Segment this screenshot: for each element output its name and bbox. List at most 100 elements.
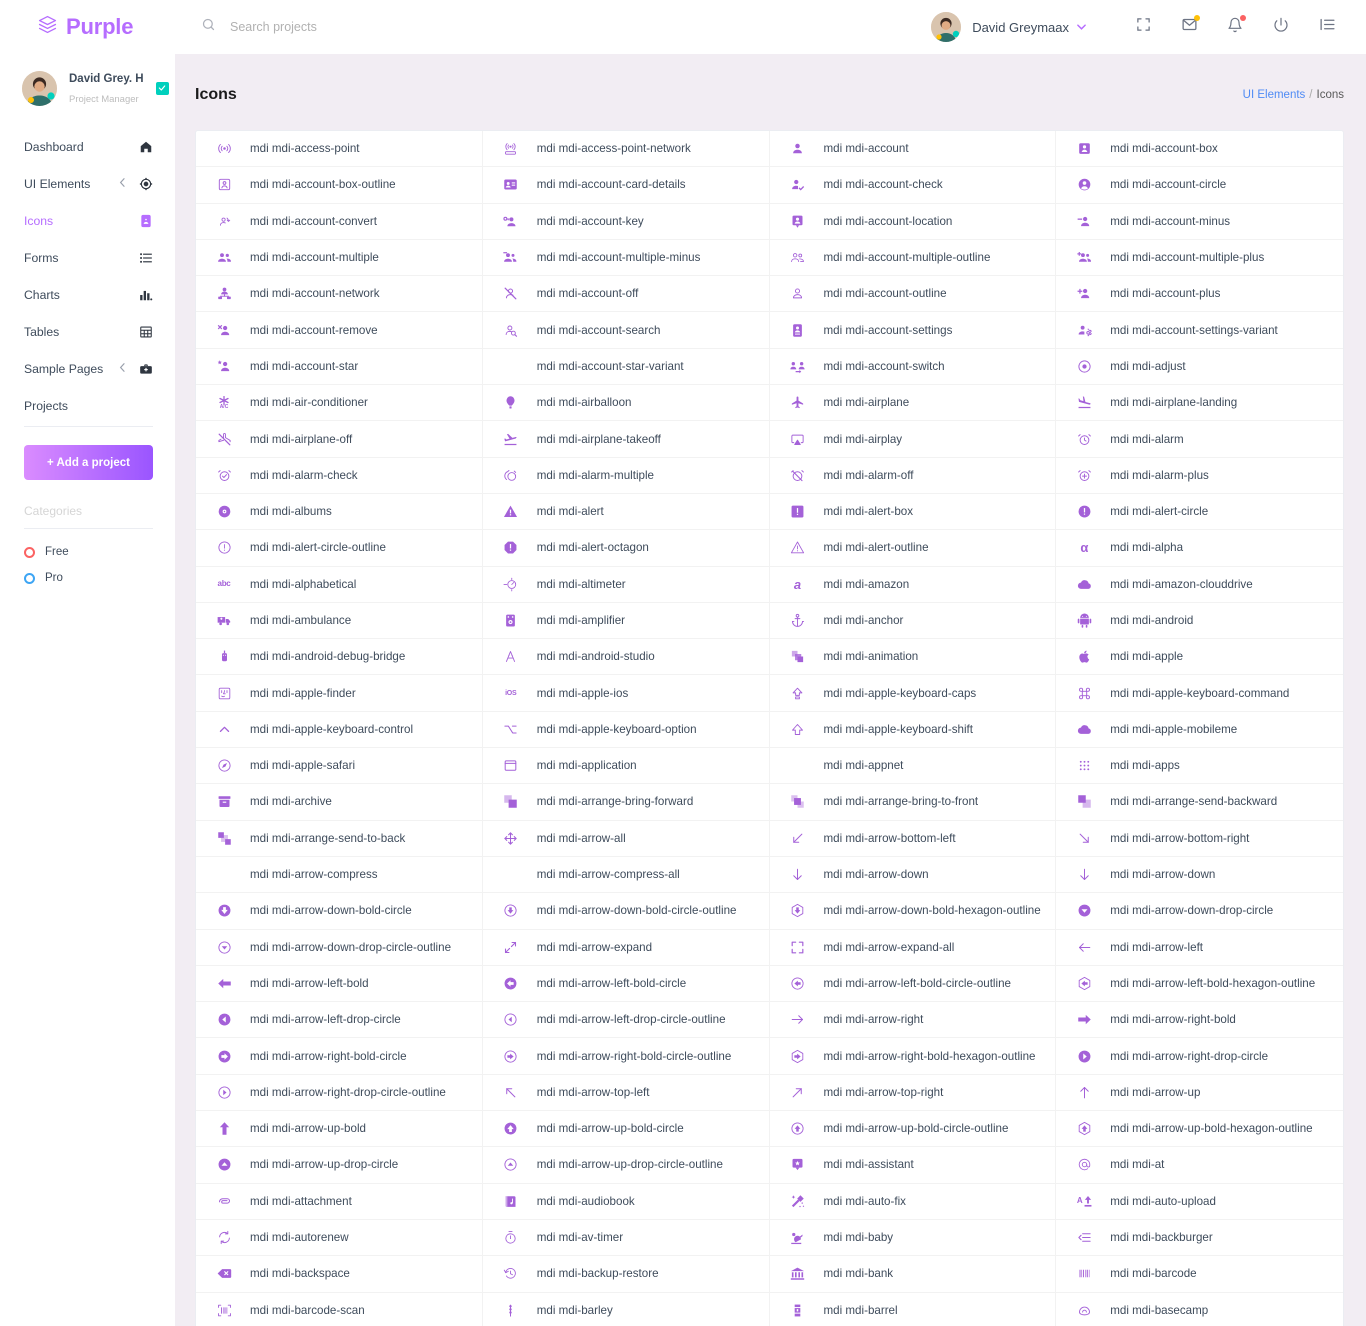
- icon-cell[interactable]: mdi mdi-airplane: [769, 385, 1057, 422]
- icon-cell[interactable]: mdi mdi-apple-keyboard-control: [196, 711, 483, 749]
- icon-cell[interactable]: mdi mdi-arrow-bottom-left: [769, 820, 1057, 857]
- icon-cell[interactable]: mdi mdi-airplay: [769, 421, 1057, 458]
- icon-cell[interactable]: mdi mdi-arrow-up-drop-circle: [196, 1147, 483, 1184]
- messages-button[interactable]: [1166, 7, 1212, 47]
- icon-cell[interactable]: mdi mdi-account-minus: [1056, 204, 1343, 240]
- icon-cell[interactable]: mdi mdi-account-remove: [196, 312, 483, 349]
- icon-cell[interactable]: mdi mdi-arrow-down-drop-circle-outline: [196, 929, 483, 966]
- icon-cell[interactable]: mdi mdi-airplane-takeoff: [482, 421, 770, 458]
- icon-cell[interactable]: mdi mdi-account-off: [482, 276, 770, 313]
- icon-cell[interactable]: mdi mdi-arrow-left-bold-hexagon-outline: [1056, 966, 1343, 1003]
- icon-cell[interactable]: mdi mdi-account-multiple: [196, 239, 483, 277]
- icon-cell[interactable]: mdi mdi-altimeter: [482, 566, 770, 603]
- icon-cell[interactable]: mdi mdi-apple-finder: [196, 675, 483, 712]
- icon-cell[interactable]: mdi mdi-android: [1056, 603, 1343, 640]
- category-item-pro[interactable]: Pro: [0, 565, 175, 591]
- icon-cell[interactable]: mdi mdi-alert-outline: [769, 530, 1057, 567]
- icon-cell[interactable]: mdi mdi-alarm-off: [769, 457, 1057, 494]
- icon-cell[interactable]: mdi mdi-alert: [482, 493, 770, 531]
- icon-cell[interactable]: mdi mdi-arrow-right-bold-circle-outline: [482, 1038, 770, 1075]
- icon-cell[interactable]: α mdi mdi-alpha: [1056, 530, 1343, 567]
- icon-cell[interactable]: mdi mdi-arrow-bottom-right: [1056, 821, 1343, 857]
- icon-cell[interactable]: mdi mdi-airplane-landing: [1056, 385, 1343, 422]
- icon-cell[interactable]: mdi mdi-albums: [196, 493, 483, 531]
- icon-cell[interactable]: mdi mdi-appnet: [769, 748, 1057, 785]
- icon-cell[interactable]: mdi mdi-attachment: [196, 1183, 483, 1220]
- icon-cell[interactable]: mdi mdi-alert-octagon: [482, 530, 770, 567]
- icon-cell[interactable]: mdi mdi-apple-keyboard-shift: [769, 711, 1057, 749]
- icon-cell[interactable]: mdi mdi-alarm-multiple: [482, 457, 770, 494]
- icon-cell[interactable]: mdi mdi-arrow-right-bold: [1056, 1002, 1343, 1039]
- icon-cell[interactable]: mdi mdi-apple-mobileme: [1056, 712, 1343, 749]
- icon-cell[interactable]: mdi mdi-amplifier: [482, 602, 770, 640]
- icon-cell[interactable]: mdi mdi-account-location: [769, 203, 1057, 240]
- icon-cell[interactable]: mdi mdi-arrow-left: [1056, 930, 1343, 966]
- icon-cell[interactable]: mdi mdi-arrow-up: [1056, 1075, 1343, 1112]
- power-button[interactable]: [1258, 7, 1304, 47]
- icon-cell[interactable]: mdi mdi-account-box: [1056, 131, 1343, 168]
- icon-cell[interactable]: mdi mdi-arrow-left-bold-circle-outline: [769, 965, 1057, 1003]
- icon-cell[interactable]: mdi mdi-android-studio: [482, 639, 770, 676]
- icon-cell[interactable]: mdi mdi-account-convert: [196, 203, 483, 240]
- icon-cell[interactable]: mdi mdi-account-search: [482, 312, 770, 349]
- icon-cell[interactable]: mdi mdi-account: [769, 131, 1057, 168]
- breadcrumb-parent[interactable]: UI Elements: [1243, 89, 1306, 101]
- icon-cell[interactable]: mdi mdi-account-multiple-plus: [1056, 240, 1343, 277]
- icon-cell[interactable]: mdi mdi-alert-circle-outline: [196, 530, 483, 567]
- icon-cell[interactable]: mdi mdi-animation: [769, 639, 1057, 676]
- icon-cell[interactable]: mdi mdi-arrow-right-bold-circle: [196, 1038, 483, 1075]
- icon-cell[interactable]: mdi mdi-arrow-expand: [482, 929, 770, 966]
- sidebar-item-icons[interactable]: Icons: [0, 202, 175, 239]
- icon-cell[interactable]: mdi mdi-arrow-up-bold-circle-outline: [769, 1111, 1057, 1148]
- icon-cell[interactable]: mdi mdi-apple-keyboard-option: [482, 711, 770, 749]
- icon-cell[interactable]: mdi mdi-apple: [1056, 639, 1343, 676]
- icon-cell[interactable]: mdi mdi-barcode: [1056, 1256, 1343, 1293]
- icon-cell[interactable]: Amdi mdi-auto-upload: [1056, 1184, 1343, 1220]
- icon-cell[interactable]: mdi mdi-archive: [196, 784, 483, 821]
- icon-cell[interactable]: mdi mdi-access-point-network: [482, 131, 770, 168]
- icon-cell[interactable]: mdi mdi-arrow-top-left: [482, 1074, 770, 1112]
- icon-cell[interactable]: mdi mdi-arrow-left-bold: [196, 965, 483, 1003]
- icon-cell[interactable]: mdi mdi-arrow-left-drop-circle-outline: [482, 1002, 770, 1039]
- icon-cell[interactable]: mdi mdi-audiobook: [482, 1183, 770, 1220]
- icon-cell[interactable]: mdi mdi-arrange-send-backward: [1056, 784, 1343, 821]
- icon-cell[interactable]: mdi mdi-arrow-up-bold: [196, 1111, 483, 1148]
- icon-cell[interactable]: mdi mdi-alarm: [1056, 421, 1343, 458]
- icon-cell[interactable]: mdi mdi-android-debug-bridge: [196, 639, 483, 676]
- icon-cell[interactable]: mdi mdi-arrow-down-bold-circle: [196, 893, 483, 930]
- icon-cell[interactable]: mdi mdi-apps: [1056, 748, 1343, 785]
- icon-cell[interactable]: mdi mdi-adjust: [1056, 349, 1343, 386]
- icon-cell[interactable]: mdi mdi-auto-fix: [769, 1183, 1057, 1220]
- sidebar-item-dashboard[interactable]: Dashboard: [0, 128, 175, 165]
- sidebar-profile[interactable]: David Grey. H Project Manager: [0, 54, 175, 124]
- icon-cell[interactable]: mdi mdi-barley: [483, 1292, 770, 1326]
- icon-cell[interactable]: mdi mdi-account-circle: [1056, 167, 1343, 204]
- icon-cell[interactable]: mdi mdi-alert-circle: [1056, 494, 1343, 531]
- icon-cell[interactable]: mdi mdi-arrow-left-bold-circle: [482, 965, 770, 1003]
- sidebar-item-ui-elements[interactable]: UI Elements: [0, 165, 175, 202]
- icon-cell[interactable]: mdi mdi-anchor: [769, 602, 1057, 640]
- icon-cell[interactable]: mdi mdi-airplane-off: [196, 421, 483, 458]
- icon-cell[interactable]: mdi mdi-amazon-clouddrive: [1056, 567, 1343, 603]
- icon-cell[interactable]: mdi mdi-account-plus: [1056, 276, 1343, 313]
- icon-cell[interactable]: A/C mdi mdi-air-conditioner: [196, 385, 483, 422]
- icon-cell[interactable]: mdi mdi-arrow-down-bold-hexagon-outline: [769, 893, 1057, 930]
- icon-cell[interactable]: mdi mdi-backburger: [1056, 1220, 1343, 1257]
- icon-cell[interactable]: mdi mdi-account-multiple-minus: [482, 239, 770, 277]
- icon-cell[interactable]: mdi mdi-alert-box: [769, 493, 1057, 531]
- icon-cell[interactable]: mdi mdi-account-settings-variant: [1056, 312, 1343, 349]
- icon-cell[interactable]: mdi mdi-account-star: [196, 348, 483, 386]
- icon-cell[interactable]: mdi mdi-account-switch: [769, 348, 1057, 386]
- sidebar-item-sample-pages[interactable]: Sample Pages: [0, 350, 175, 387]
- sidebar-item-forms[interactable]: Forms: [0, 239, 175, 276]
- icon-cell[interactable]: mdi mdi-account-multiple-outline: [769, 239, 1057, 277]
- user-menu[interactable]: David Greymaax: [931, 12, 1086, 42]
- icon-cell[interactable]: mdi mdi-arrow-down: [769, 856, 1057, 894]
- icon-cell[interactable]: mdi mdi-bank: [769, 1256, 1057, 1293]
- icon-cell[interactable]: mdi mdi-arrow-left-drop-circle: [196, 1002, 483, 1039]
- icon-cell[interactable]: mdi mdi-arrow-down: [1056, 857, 1343, 894]
- icon-cell[interactable]: mdi mdi-arrow-expand-all: [769, 929, 1057, 966]
- icon-cell[interactable]: mdi mdi-arrow-right-bold-hexagon-outline: [769, 1038, 1057, 1075]
- icon-cell[interactable]: mdi mdi-apple-keyboard-command: [1056, 675, 1343, 712]
- icon-cell[interactable]: mdi mdi-arrow-up-bold-circle: [482, 1111, 770, 1148]
